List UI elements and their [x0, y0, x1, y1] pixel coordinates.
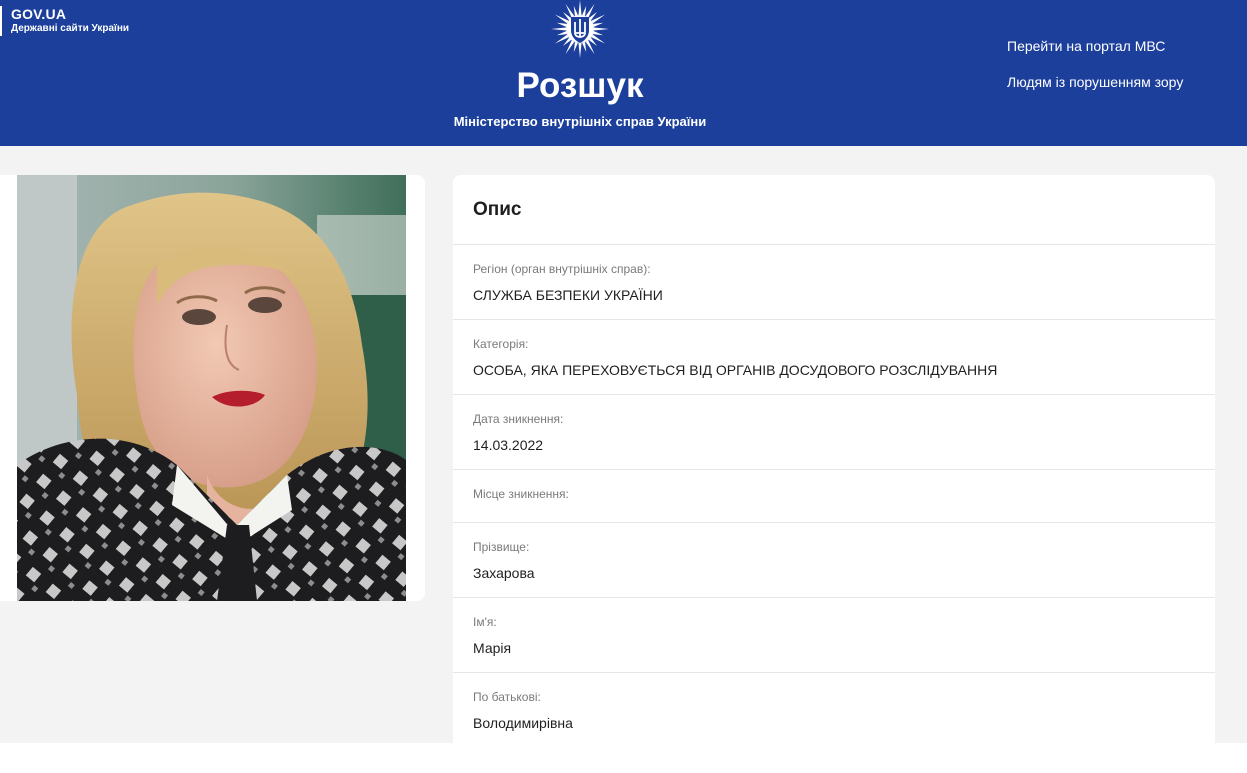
- field-value: СЛУЖБА БЕЗПЕКИ УКРАЇНИ: [473, 287, 663, 303]
- gov-ua-title: GOV.UA: [11, 6, 67, 22]
- main-content: Опис Регіон (орган внутрішніх справ): СЛ…: [0, 146, 1247, 743]
- field-surname: Прізвище: Захарова: [453, 523, 1215, 598]
- site-title[interactable]: Розшук: [430, 64, 730, 108]
- description-card: Опис Регіон (орган внутрішніх справ): СЛ…: [453, 175, 1215, 743]
- field-label: Прізвище:: [473, 540, 530, 554]
- accessibility-link[interactable]: Людям із порушенням зору: [1007, 74, 1183, 90]
- field-label: Дата зникнення:: [473, 412, 564, 426]
- field-label: Регіон (орган внутрішніх справ):: [473, 262, 651, 276]
- field-category: Категорія: ОСОБА, ЯКА ПЕРЕХОВУЄТЬСЯ ВІД …: [453, 320, 1215, 395]
- photo-card: [0, 175, 425, 601]
- field-disappearance-date: Дата зникнення: 14.03.2022: [453, 395, 1215, 470]
- site-header: GOV.UA Державні сайти України Розшук Мін…: [0, 0, 1247, 146]
- field-label: Місце зникнення:: [473, 487, 569, 501]
- gov-ua-logo[interactable]: GOV.UA Державні сайти України: [0, 6, 129, 36]
- field-value: Захарова: [473, 565, 535, 581]
- field-value: 14.03.2022: [473, 437, 544, 453]
- field-value: ОСОБА, ЯКА ПЕРЕХОВУЄТЬСЯ ВІД ОРГАНІВ ДОС…: [473, 362, 998, 378]
- field-label: По батькові:: [473, 690, 541, 704]
- field-region: Регіон (орган внутрішніх справ): СЛУЖБА …: [453, 245, 1215, 320]
- field-value: Марія: [473, 640, 512, 656]
- field-first-name: Ім'я: Марія: [453, 598, 1215, 673]
- field-value: Володимирівна: [473, 715, 573, 731]
- portal-link[interactable]: Перейти на портал МВС: [1007, 38, 1165, 54]
- field-patronymic: По батькові: Володимирівна: [453, 673, 1215, 743]
- field-label: Ім'я:: [473, 615, 497, 629]
- police-star-trident-icon[interactable]: [549, 0, 611, 60]
- gov-ua-subtitle: Державні сайти України: [11, 23, 130, 34]
- person-photo: [17, 175, 406, 601]
- field-label: Категорія:: [473, 337, 529, 351]
- description-title: Опис: [453, 175, 1215, 245]
- site-subtitle: Міністерство внутрішніх справ України: [453, 114, 707, 129]
- field-disappearance-place: Місце зникнення:: [453, 470, 1215, 523]
